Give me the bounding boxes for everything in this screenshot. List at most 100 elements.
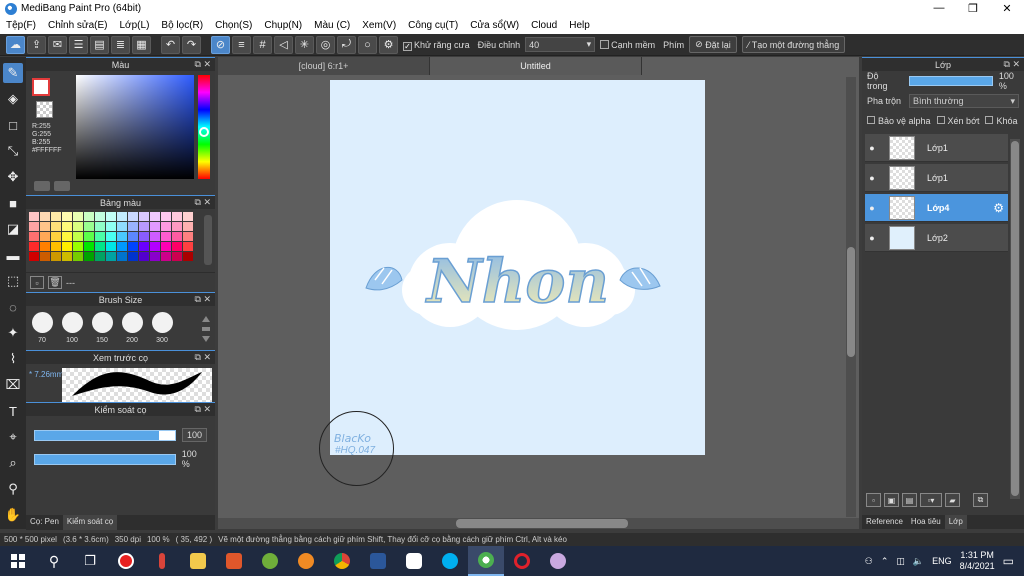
- foreground-color-swatch[interactable]: [32, 78, 50, 96]
- file-explorer-icon[interactable]: [180, 546, 216, 576]
- design-app-icon[interactable]: [216, 546, 252, 576]
- palette-app-icon[interactable]: [540, 546, 576, 576]
- word-icon[interactable]: [360, 546, 396, 576]
- palette-swatch[interactable]: [117, 242, 127, 251]
- clock[interactable]: 1:31 PM 8/4/2021: [960, 550, 995, 572]
- palette-swatch[interactable]: [62, 212, 72, 221]
- undo-icon[interactable]: ↶: [161, 35, 180, 54]
- scroll-thumb[interactable]: [847, 247, 855, 357]
- panel-controls-icon[interactable]: ⧉ ✕: [195, 197, 211, 208]
- move-tool-icon[interactable]: ✥: [3, 167, 23, 187]
- palette-swatch[interactable]: [84, 222, 94, 231]
- zalo-icon[interactable]: [396, 546, 432, 576]
- palette-swatch[interactable]: [150, 212, 160, 221]
- menu-tools[interactable]: Công cụ(T): [402, 20, 464, 31]
- notification-icon[interactable]: ▭: [1003, 554, 1014, 568]
- palette-swatch[interactable]: [150, 252, 160, 261]
- palette-swatch[interactable]: [139, 232, 149, 241]
- menu-select[interactable]: Chọn(S): [209, 20, 258, 31]
- panel-controls-icon[interactable]: ⧉ ✕: [195, 294, 211, 305]
- chevron-up-icon[interactable]: ⌃: [881, 556, 889, 567]
- circle-snap-icon[interactable]: ◎: [316, 35, 335, 54]
- brush-opacity-slider[interactable]: [34, 453, 176, 465]
- palette-swatch[interactable]: [117, 212, 127, 221]
- network-icon[interactable]: ◫: [896, 556, 905, 567]
- select-tool-icon[interactable]: ⬚: [3, 271, 23, 291]
- menu-filter[interactable]: Bộ lọc(R): [155, 20, 209, 31]
- palette-swatch[interactable]: [172, 232, 182, 241]
- canvas[interactable]: Nhon BlacKo: [330, 80, 705, 455]
- blend-mode-select[interactable]: Bình thường ▾: [909, 94, 1020, 108]
- antialias-option[interactable]: ✓ Khử răng cưa: [400, 40, 473, 51]
- palette-swatch[interactable]: [62, 222, 72, 231]
- menu-color[interactable]: Màu (C): [308, 20, 356, 31]
- task-view-icon[interactable]: ❐: [72, 546, 108, 576]
- tab-navigator[interactable]: Hoa tiêu: [907, 515, 945, 529]
- menu-help[interactable]: Help: [563, 20, 596, 31]
- people-icon[interactable]: ⚇: [865, 556, 873, 567]
- palette-swatch[interactable]: [84, 212, 94, 221]
- palette-swatch[interactable]: [183, 252, 193, 261]
- palette-swatch[interactable]: [106, 222, 116, 231]
- palette-swatch[interactable]: [161, 222, 171, 231]
- menu-view[interactable]: Xem(V): [356, 20, 402, 31]
- palette-swatch[interactable]: [139, 252, 149, 261]
- text-tool-icon[interactable]: T: [3, 401, 23, 421]
- panel-controls-icon[interactable]: ⧉ ✕: [195, 59, 211, 70]
- palette-swatch[interactable]: [150, 242, 160, 251]
- hue-knob[interactable]: [199, 127, 209, 137]
- palette-swatch[interactable]: [161, 212, 171, 221]
- palette-swatch[interactable]: [29, 242, 39, 251]
- palette-swatch[interactable]: [84, 252, 94, 261]
- lasso-tool-icon[interactable]: ◌: [3, 297, 23, 317]
- magic-wand-tool-icon[interactable]: ✦: [3, 323, 23, 343]
- menu-window[interactable]: Cửa sổ(W): [464, 20, 525, 31]
- palette-swatch[interactable]: [172, 222, 182, 231]
- tab-brush-control[interactable]: Kiểm soát cọ: [62, 515, 118, 530]
- palette-swatch[interactable]: [106, 232, 116, 241]
- palette-swatch[interactable]: [95, 222, 105, 231]
- straight-line-button[interactable]: ⁄ Tạo một đường thẳng: [741, 36, 846, 53]
- add-layer-menu-icon[interactable]: ▫▾: [920, 493, 942, 507]
- palette-swatch[interactable]: [139, 242, 149, 251]
- palette-swatch[interactable]: [117, 232, 127, 241]
- palette-swatch[interactable]: [172, 212, 182, 221]
- tab-reference[interactable]: Reference: [862, 515, 907, 529]
- palette-swatch[interactable]: [29, 212, 39, 221]
- fill-shape-tool-icon[interactable]: ■: [3, 193, 23, 213]
- rectangle-tool-icon[interactable]: □: [3, 115, 23, 135]
- palette-swatch[interactable]: [161, 232, 171, 241]
- brush-size-slider[interactable]: [34, 429, 176, 441]
- clip-option[interactable]: Xén bớt: [936, 116, 979, 126]
- protect-alpha-option[interactable]: Bảo vệ alpha: [867, 116, 931, 126]
- palette-swatch[interactable]: [73, 212, 83, 221]
- canvas-vertical-scrollbar[interactable]: [846, 77, 856, 517]
- grid-icon[interactable]: ▦: [132, 35, 151, 54]
- brush-size-item[interactable]: 70: [30, 312, 54, 350]
- palette-swatch[interactable]: [106, 252, 116, 261]
- scroll-thumb[interactable]: [456, 519, 628, 528]
- new-palette-icon[interactable]: ▫: [30, 276, 44, 289]
- search-icon[interactable]: ⚲: [36, 546, 72, 576]
- vanishing-snap-icon[interactable]: ◁: [274, 35, 293, 54]
- tab-brush[interactable]: Cọ: Pen: [26, 515, 63, 530]
- eye-icon[interactable]: ●: [865, 233, 879, 243]
- palette-swatch[interactable]: [62, 252, 72, 261]
- palette-swatch[interactable]: [51, 242, 61, 251]
- eye-icon[interactable]: ●: [865, 173, 879, 183]
- gear-icon[interactable]: ⚙: [993, 201, 1004, 215]
- list-icon[interactable]: ≣: [111, 35, 130, 54]
- tab-layers[interactable]: Lớp: [944, 515, 967, 529]
- hand-tool-icon[interactable]: ✋: [3, 505, 23, 525]
- pencil-app-icon[interactable]: [144, 546, 180, 576]
- brush-size-item[interactable]: 150: [90, 312, 114, 350]
- chat-icon[interactable]: ☰: [69, 35, 88, 54]
- palette-swatch[interactable]: [128, 242, 138, 251]
- close-button[interactable]: ✕: [990, 2, 1024, 15]
- antialias-checkbox[interactable]: ✓: [403, 41, 412, 51]
- ellipse-snap-icon[interactable]: ○: [358, 35, 377, 54]
- palette-swatch[interactable]: [51, 232, 61, 241]
- panel-controls-icon[interactable]: ⧉ ✕: [1004, 59, 1020, 70]
- curve-snap-icon[interactable]: ⤾: [337, 35, 356, 54]
- reset-button[interactable]: ⊘ Đặt lại: [689, 36, 737, 53]
